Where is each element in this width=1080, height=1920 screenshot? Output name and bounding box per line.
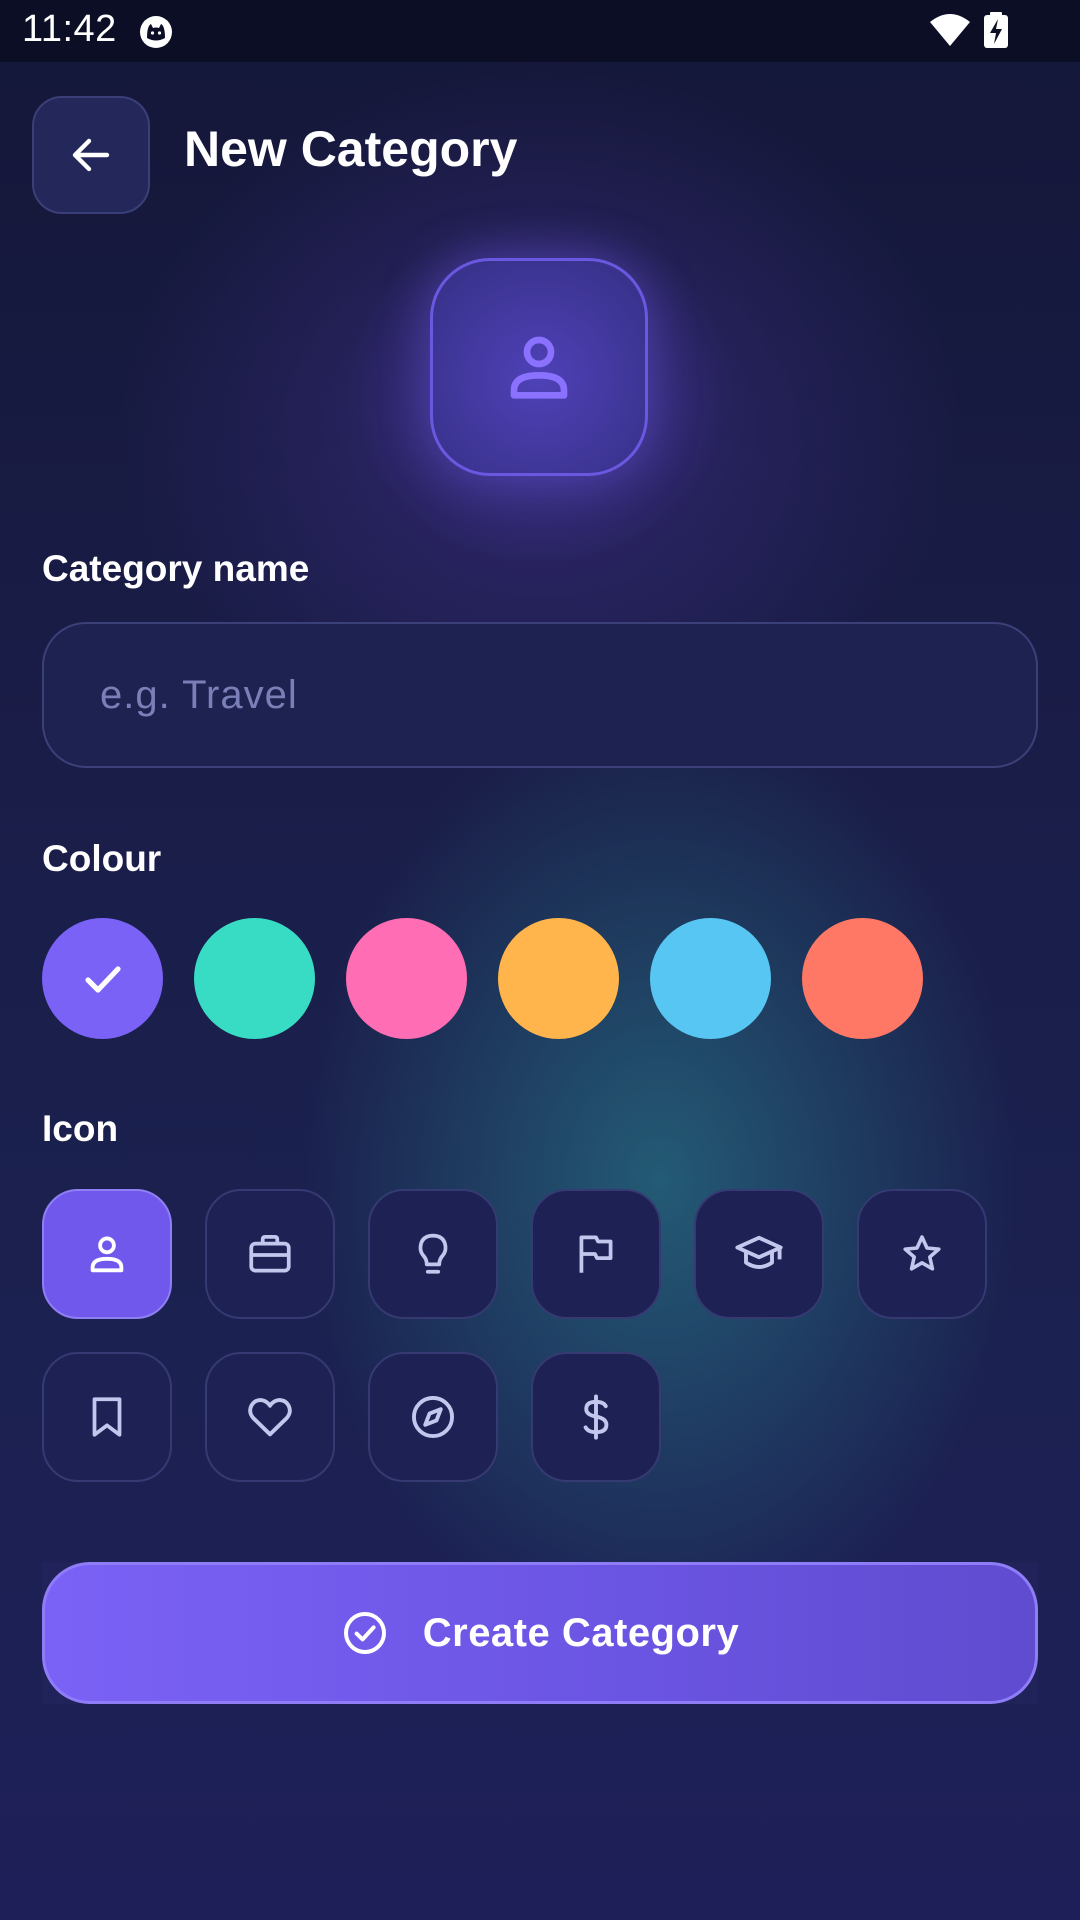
check-circle-icon (343, 1612, 386, 1654)
checkmark-icon (84, 965, 121, 993)
person-icon (510, 336, 568, 399)
create-category-button[interactable]: Create Category (42, 1562, 1038, 1704)
battery-charging-icon (984, 12, 1008, 48)
category-name-label: Category name (42, 548, 310, 589)
icon-option-flag[interactable] (531, 1189, 661, 1319)
colour-swatch-purple[interactable] (42, 918, 163, 1039)
star-icon (903, 1235, 941, 1271)
icon-option-graduation-cap[interactable] (694, 1189, 824, 1319)
back-button[interactable] (32, 96, 150, 214)
category-name-input[interactable] (42, 622, 1038, 768)
bookmark-icon (92, 1397, 122, 1437)
icon-option-star[interactable] (857, 1189, 987, 1319)
person-icon (90, 1236, 124, 1273)
icon-label: Icon (42, 1108, 119, 1149)
icon-option-briefcase[interactable] (205, 1189, 335, 1319)
arrow-left-icon (72, 138, 110, 172)
colour-swatch-pink[interactable] (346, 918, 467, 1039)
colour-swatch-coral[interactable] (802, 918, 923, 1039)
colour-swatch-teal[interactable] (194, 918, 315, 1039)
status-bar: 11:42 (0, 0, 1080, 62)
icon-option-dollar[interactable] (531, 1352, 661, 1482)
status-time: 11:42 (22, 8, 117, 50)
icon-option-bookmark[interactable] (42, 1352, 172, 1482)
icon-option-lightbulb[interactable] (368, 1189, 498, 1319)
cat-notification-icon (140, 16, 172, 48)
colour-swatch-blue[interactable] (650, 918, 771, 1039)
category-icon-preview (430, 258, 648, 476)
dollar-icon (583, 1394, 609, 1440)
icon-option-compass[interactable] (368, 1352, 498, 1482)
create-category-label: Create Category (422, 1610, 740, 1655)
icon-option-person[interactable] (42, 1189, 172, 1319)
colour-label: Colour (42, 838, 162, 879)
icon-option-heart[interactable] (205, 1352, 335, 1482)
compass-icon (411, 1395, 455, 1439)
briefcase-icon (249, 1235, 291, 1273)
graduation-cap-icon (735, 1235, 783, 1269)
colour-swatch-orange[interactable] (498, 918, 619, 1039)
wifi-icon (930, 14, 970, 46)
page-title: New Category (184, 121, 518, 177)
flag-icon (579, 1235, 613, 1273)
heart-icon (248, 1398, 292, 1437)
lightbulb-icon (418, 1233, 448, 1274)
